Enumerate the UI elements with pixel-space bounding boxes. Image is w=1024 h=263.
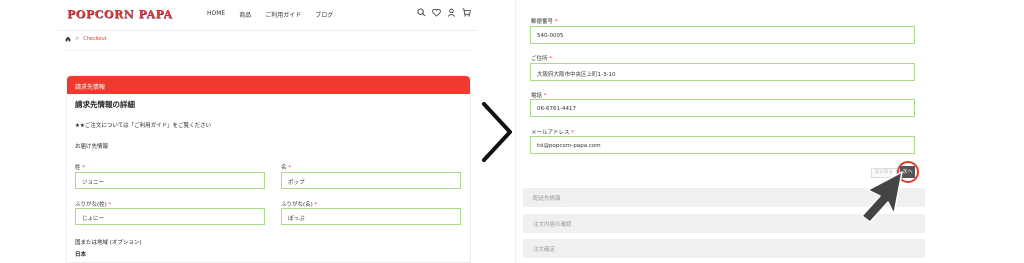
nav-products[interactable]: 商品 — [239, 10, 251, 19]
first-kana-field[interactable]: ぽっぷ — [281, 208, 461, 225]
shipping-subheading: お届け先情報 — [75, 144, 109, 150]
address-label: ご住所 * — [531, 56, 553, 62]
heart-icon[interactable] — [432, 8, 441, 17]
cursor-arrow-icon — [861, 171, 903, 223]
breadcrumb: > Checkout — [65, 36, 107, 42]
billing-section-header[interactable]: 請求先情報 — [67, 76, 470, 94]
last-kana-field[interactable]: じょにー — [75, 208, 265, 225]
checkout-left-screenshot: POPCORN PAPA HOME 商品 ご利用ガイド ブログ > Checko… — [57, 0, 477, 263]
content-divider — [65, 50, 470, 51]
breadcrumb-separator: > — [75, 36, 80, 42]
step-complete[interactable]: 注文確定 — [523, 239, 925, 258]
phone-label: 電話 * — [531, 93, 547, 99]
last-name-label: 姓 * — [75, 165, 86, 171]
postal-field[interactable]: 540-0005 — [530, 26, 915, 44]
billing-title: 請求先情報の詳細 — [75, 100, 135, 109]
first-name-label: 名 * — [281, 165, 292, 171]
breadcrumb-current: Checkout — [83, 36, 107, 42]
phone-field[interactable]: 06-6761-4417 — [530, 99, 915, 117]
header-divider — [57, 30, 477, 31]
address-field[interactable]: 大阪府大阪市中央区上町1-3-10 — [530, 63, 915, 81]
site-logo[interactable]: POPCORN PAPA — [67, 8, 173, 21]
nav-blog[interactable]: ブログ — [315, 10, 333, 19]
country-value: 日本 — [75, 252, 87, 258]
header-icons — [417, 8, 471, 17]
email-label: メールアドレス * — [531, 130, 575, 136]
chevron-right-icon — [482, 102, 512, 162]
nav-guide[interactable]: ご利用ガイド — [265, 10, 301, 19]
home-icon[interactable] — [65, 36, 71, 42]
order-note: ★★ご注文については「ご利用ガイド」をご覧ください — [75, 123, 212, 129]
search-icon[interactable] — [417, 8, 426, 17]
country-label: 国または地域 (オプション) — [75, 240, 142, 246]
site-header: POPCORN PAPA HOME 商品 ご利用ガイド ブログ — [57, 0, 477, 30]
nav-home[interactable]: HOME — [207, 10, 225, 19]
billing-card: 請求先情報 請求先情報の詳細 ★★ご注文については「ご利用ガイド」をご覧ください… — [66, 75, 471, 263]
user-icon[interactable] — [447, 8, 456, 17]
email-field[interactable]: tsi@popcorn-papa.com — [530, 136, 915, 154]
cart-icon[interactable] — [462, 8, 471, 17]
first-kana-label: ふりがな(名) * — [281, 202, 318, 208]
first-name-field[interactable]: ポップ — [281, 172, 461, 189]
last-name-field[interactable]: ジョニー — [75, 172, 265, 189]
main-nav: HOME 商品 ご利用ガイド ブログ — [207, 10, 333, 19]
last-kana-label: ふりがな(姓) * — [75, 202, 112, 208]
postal-label: 郵便番号 * — [531, 19, 558, 25]
